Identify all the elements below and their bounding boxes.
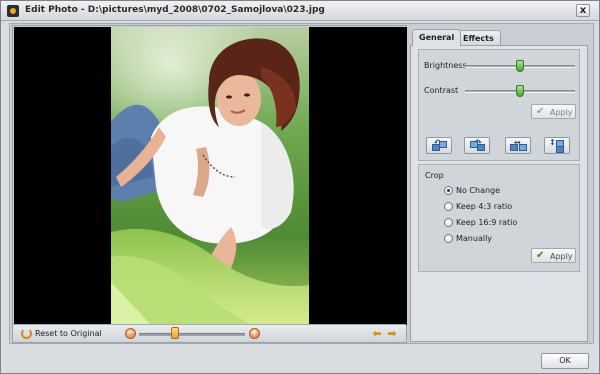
brightness-label: Brightness (424, 61, 467, 70)
zoom-in-icon[interactable]: + (249, 328, 260, 339)
crop-title: Crop (425, 171, 444, 180)
radio-label: Keep 16:9 ratio (456, 218, 518, 227)
zoom-slider-track[interactable] (139, 333, 245, 336)
window-title: Edit Photo - D:\pictures\myd_2008\0702_S… (25, 5, 325, 15)
brightness-slider-thumb[interactable] (516, 60, 524, 72)
photo-preview (111, 27, 309, 325)
apply-adjustments-label: Apply (550, 108, 573, 117)
contrast-slider-thumb[interactable] (516, 85, 524, 97)
rotate-right-button[interactable]: ↷ (464, 137, 490, 154)
viewer-toolbar: Reset to Original − + ⬅ ➡ (13, 324, 406, 342)
crop-group: Crop No Change Keep 4:3 ratio Keep 16:9 … (418, 164, 580, 272)
rotate-left-button[interactable]: ↶ (426, 137, 452, 154)
flip-vertical-button[interactable]: ↕ (544, 137, 570, 154)
edit-photo-window: Edit Photo - D:\pictures\myd_2008\0702_S… (0, 0, 600, 374)
radio-button[interactable] (444, 202, 453, 211)
photo-canvas (14, 27, 407, 325)
close-button[interactable]: x (576, 4, 590, 17)
flip-horizontal-button[interactable]: ↔ (505, 137, 531, 154)
contrast-label: Contrast (424, 86, 459, 95)
zoom-out-icon[interactable]: − (125, 328, 136, 339)
zoom-slider-thumb[interactable] (171, 327, 180, 339)
app-icon (7, 5, 19, 17)
radio-button[interactable] (444, 218, 453, 227)
tab-effects[interactable]: Effects (456, 30, 501, 46)
arrow-right-icon[interactable]: ➡ (386, 328, 398, 339)
general-tab-content: Brightness Contrast ✔ Apply ↶ ↷ ↔ ↕ Crop… (410, 45, 588, 342)
image-viewer: Reset to Original − + ⬅ ➡ (12, 25, 407, 343)
apply-crop-button[interactable]: ✔ Apply (531, 248, 576, 263)
check-icon: ✔ (536, 250, 545, 261)
radio-label: Manually (456, 234, 493, 243)
check-icon: ✔ (536, 106, 545, 117)
arrow-left-icon[interactable]: ⬅ (371, 328, 383, 339)
radio-button[interactable] (444, 186, 453, 195)
tab-general[interactable]: General (412, 29, 462, 46)
apply-adjustments-button[interactable]: ✔ Apply (531, 104, 576, 119)
radio-label: No Change (456, 186, 501, 195)
ok-button[interactable]: OK (541, 353, 589, 369)
reset-to-original-button[interactable]: Reset to Original (35, 329, 102, 338)
radio-button[interactable] (444, 234, 453, 243)
apply-crop-label: Apply (550, 252, 573, 261)
adjustments-group: Brightness Contrast ✔ Apply ↶ ↷ ↔ ↕ (418, 49, 580, 161)
title-bar: Edit Photo - D:\pictures\myd_2008\0702_S… (1, 1, 599, 21)
settings-panel: General Effects Brightness Contrast ✔ Ap… (410, 29, 588, 342)
reset-icon[interactable] (21, 328, 32, 339)
radio-label: Keep 4:3 ratio (456, 202, 513, 211)
